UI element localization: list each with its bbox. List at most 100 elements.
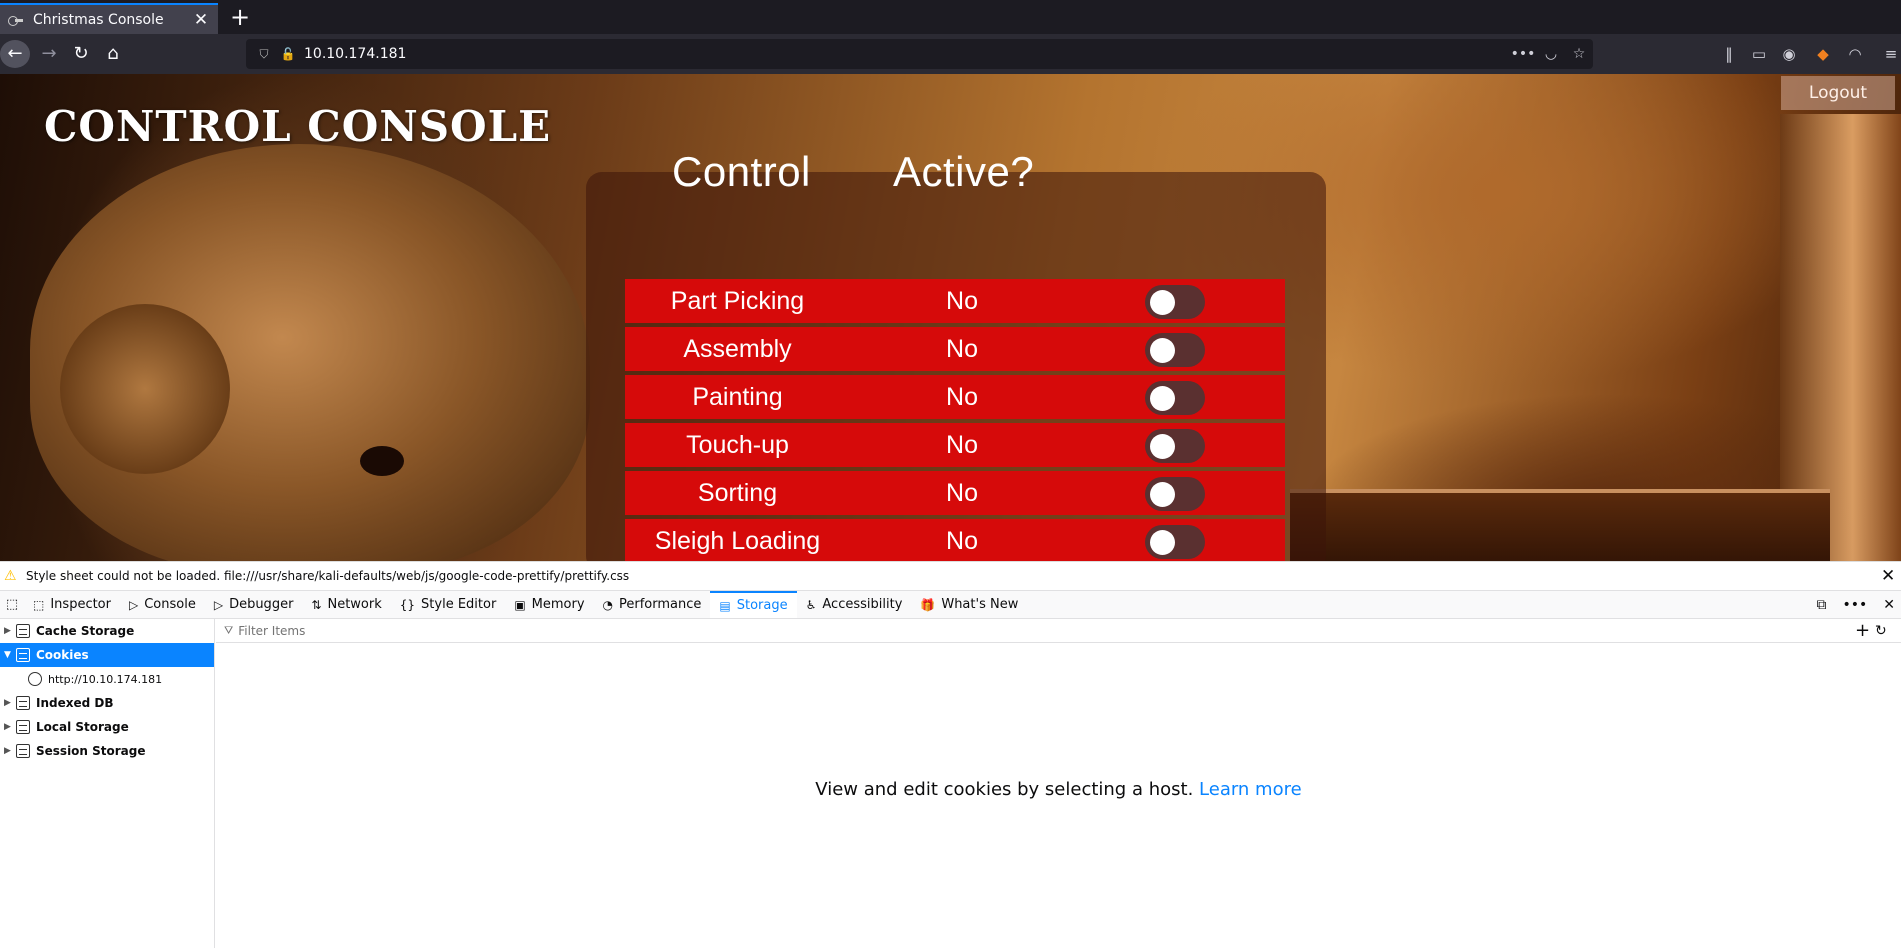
dock-icon[interactable]: ⧉ — [1816, 597, 1826, 613]
tab-inspector[interactable]: ⬚ Inspector — [24, 591, 120, 618]
debugger-icon: ▷ — [213, 597, 224, 612]
home-button[interactable]: ⌂ — [98, 40, 128, 68]
storage-icon — [16, 744, 30, 758]
add-item-button[interactable]: + — [1855, 620, 1875, 641]
control-toggle[interactable] — [1145, 525, 1205, 559]
control-name: Touch-up — [686, 431, 789, 459]
control-row: Part Picking No — [625, 279, 1285, 323]
devtools-right-controls: ⧉ ••• ✕ — [1816, 591, 1901, 618]
console-icon: ▷ — [128, 597, 139, 612]
tab-bar: Christmas Console ✕ + — [0, 0, 1901, 34]
control-row: Sorting No — [625, 471, 1285, 515]
tree-item-local-storage[interactable]: ▶ Local Storage — [0, 715, 214, 739]
library-icon[interactable]: ‖ — [1719, 44, 1739, 64]
nav-bar: ← → ↻ ⌂ ⛉ 🔓 10.10.174.181 ••• ◡ ☆ ‖ ▭ ◉ … — [0, 34, 1901, 74]
tab-memory[interactable]: ▣ Memory — [505, 591, 593, 618]
back-button[interactable]: ← — [0, 40, 30, 68]
url-text[interactable]: 10.10.174.181 — [304, 46, 1509, 62]
tab-debugger[interactable]: ▷ Debugger — [205, 591, 303, 618]
control-toggle[interactable] — [1145, 333, 1205, 367]
header-control: Control — [672, 148, 811, 195]
control-status: No — [946, 431, 978, 459]
extension-icon[interactable]: ◠ — [1845, 44, 1865, 64]
tab-title: Christmas Console — [33, 11, 164, 28]
url-bar[interactable]: ⛉ 🔓 10.10.174.181 ••• ◡ ☆ — [246, 39, 1593, 69]
empty-state-message: View and edit cookies by selecting a hos… — [815, 779, 1302, 800]
storage-icon: ▤ — [719, 598, 731, 613]
toggle-knob — [1150, 434, 1175, 459]
page-actions-icon[interactable]: ••• — [1509, 46, 1537, 62]
page-viewport: CONTROL CONSOLE Logout Control Active? P… — [0, 74, 1901, 561]
close-notification-icon[interactable]: ✕ — [1881, 566, 1901, 586]
storage-icon — [16, 648, 30, 662]
control-row: Painting No — [625, 375, 1285, 419]
warning-icon: ⚠ — [4, 568, 17, 584]
background-chest — [1290, 489, 1830, 561]
new-tab-button[interactable]: + — [226, 4, 254, 32]
forward-button[interactable]: → — [34, 40, 64, 68]
expand-arrow-icon[interactable]: ▶ — [4, 746, 16, 756]
bookmark-star-icon[interactable]: ☆ — [1565, 46, 1593, 62]
control-row: Assembly No — [625, 327, 1285, 371]
tab-close-icon[interactable]: ✕ — [192, 10, 210, 30]
pocket-icon[interactable]: ◡ — [1537, 46, 1565, 62]
control-status: No — [946, 479, 978, 507]
devtools-panel: ▶ Cache Storage ▼ Cookies http://10.10.174… — [0, 619, 1901, 948]
storage-icon — [16, 720, 30, 734]
toggle-knob — [1150, 482, 1175, 507]
tab-style-editor[interactable]: {} Style Editor — [391, 591, 506, 618]
sidebar-icon[interactable]: ▭ — [1749, 44, 1769, 64]
storage-icon — [16, 624, 30, 638]
control-status: No — [946, 287, 978, 315]
tree-item-session-storage[interactable]: ▶ Session Storage — [0, 739, 214, 763]
account-icon[interactable]: ◉ — [1779, 44, 1799, 64]
tree-item-cache-storage[interactable]: ▶ Cache Storage — [0, 619, 214, 643]
expand-arrow-icon[interactable]: ▶ — [4, 698, 16, 708]
logout-button[interactable]: Logout — [1781, 76, 1895, 110]
filter-icon: ⛛ — [224, 623, 234, 637]
reload-button[interactable]: ↻ — [66, 40, 96, 68]
control-toggle[interactable] — [1145, 477, 1205, 511]
control-name: Part Picking — [670, 287, 805, 315]
insecure-lock-icon[interactable]: 🔓 — [280, 46, 296, 62]
shield-icon[interactable]: ⛉ — [256, 46, 272, 62]
toggle-knob — [1150, 386, 1175, 411]
tree-item-cookie-host[interactable]: http://10.10.174.181 — [0, 667, 214, 691]
learn-more-link[interactable]: Learn more — [1199, 779, 1302, 800]
control-toggle[interactable] — [1145, 381, 1205, 415]
control-toggle[interactable] — [1145, 429, 1205, 463]
menu-icon[interactable]: ≡ — [1881, 44, 1901, 64]
filter-input[interactable]: Filter Items — [238, 624, 1855, 638]
tab-console[interactable]: ▷ Console — [120, 591, 205, 618]
tab-accessibility[interactable]: ♿ Accessibility — [797, 591, 912, 618]
refresh-icon[interactable]: ↻ — [1875, 623, 1901, 639]
inspector-icon: ⬚ — [33, 597, 45, 612]
control-toggle[interactable] — [1145, 285, 1205, 319]
storage-icon — [16, 696, 30, 710]
collapse-arrow-icon[interactable]: ▼ — [4, 650, 16, 660]
storage-tree: ▶ Cache Storage ▼ Cookies http://10.10.174… — [0, 619, 215, 948]
control-row: Touch-up No — [625, 423, 1285, 467]
control-row: Sleigh Loading No — [625, 519, 1285, 561]
close-devtools-icon[interactable]: ✕ — [1883, 597, 1895, 613]
expand-arrow-icon[interactable]: ▶ — [4, 626, 16, 636]
expand-arrow-icon[interactable]: ▶ — [4, 722, 16, 732]
element-picker-icon[interactable]: ⬚ — [0, 591, 24, 618]
control-status: No — [946, 383, 978, 411]
devtools-notification: ⚠ Style sheet could not be loaded. file:… — [0, 561, 1901, 590]
more-options-icon[interactable]: ••• — [1842, 597, 1867, 613]
memory-icon: ▣ — [514, 597, 526, 612]
tab-storage[interactable]: ▤ Storage — [710, 591, 797, 618]
tree-item-cookies[interactable]: ▼ Cookies — [0, 643, 214, 667]
control-name: Sorting — [697, 479, 778, 507]
tab-performance[interactable]: ◔ Performance — [594, 591, 711, 618]
tab-whats-new[interactable]: 🎁 What's New — [911, 591, 1027, 618]
tree-item-indexed-db[interactable]: ▶ Indexed DB — [0, 691, 214, 715]
burp-extension-icon[interactable]: ◆ — [1813, 44, 1833, 64]
control-name: Painting — [692, 383, 783, 411]
control-status: No — [946, 527, 978, 555]
accessibility-icon: ♿ — [805, 597, 817, 612]
background-teddy-ear — [60, 304, 230, 474]
browser-tab[interactable]: Christmas Console ✕ — [0, 3, 218, 34]
tab-network[interactable]: ⇅ Network — [302, 591, 390, 618]
